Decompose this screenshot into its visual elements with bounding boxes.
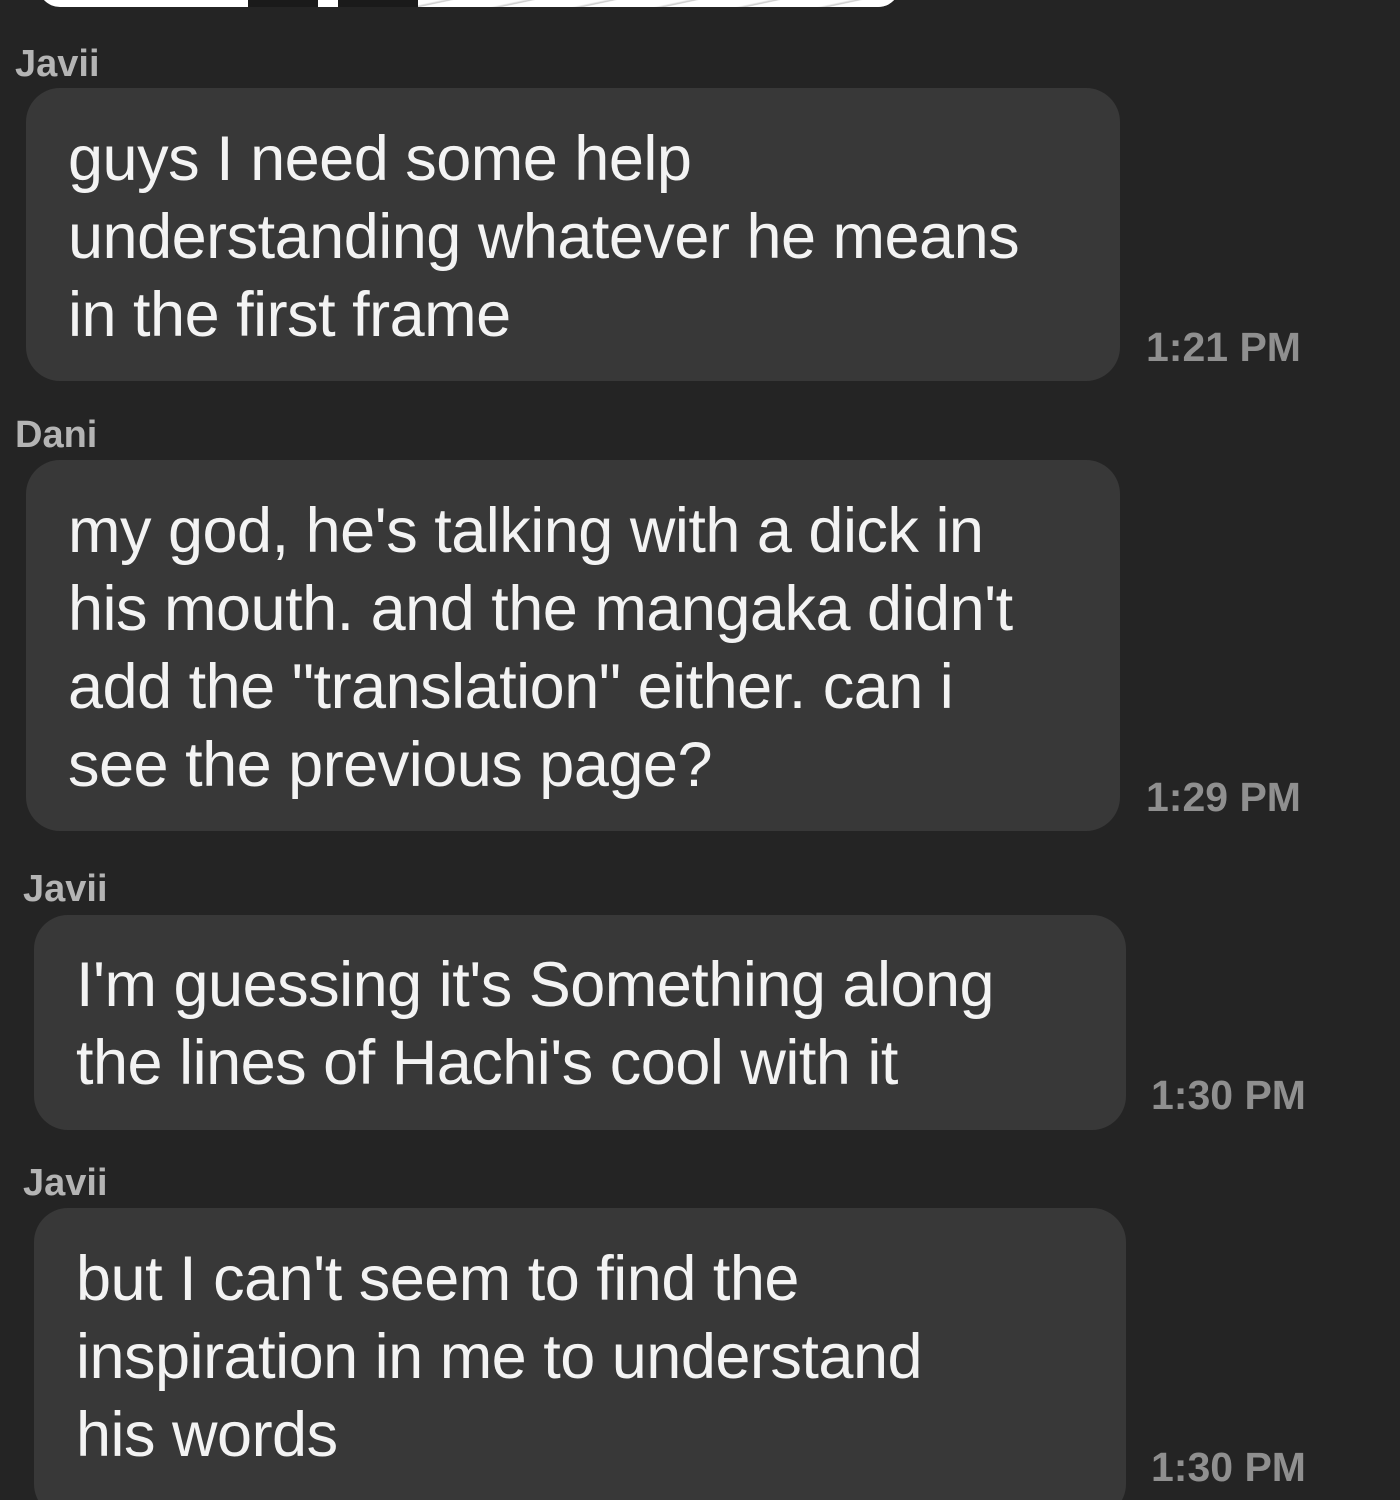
shared-image-preview[interactable] <box>38 0 900 7</box>
message-sender-name[interactable]: Javii <box>15 44 100 84</box>
message-timestamp: 1:21 PM <box>1146 324 1301 370</box>
message-text: my god, he's talking with a dick in his … <box>68 496 1013 800</box>
image-hatching <box>418 0 898 7</box>
message-text: guys I need some help understanding what… <box>68 124 1020 350</box>
message-sender-name[interactable]: Javii <box>23 869 108 909</box>
message-text: I'm guessing it's Something along the li… <box>76 950 995 1098</box>
message-sender-name[interactable]: Dani <box>15 415 97 455</box>
message-text: but I can't seem to find the inspiration… <box>76 1244 923 1470</box>
image-dark-area-2 <box>338 0 418 7</box>
message-sender-name[interactable]: Javii <box>23 1163 108 1203</box>
message-timestamp: 1:29 PM <box>1146 774 1301 820</box>
image-dark-area-1 <box>248 0 318 7</box>
message-timestamp: 1:30 PM <box>1151 1072 1306 1118</box>
message-timestamp: 1:30 PM <box>1151 1444 1306 1490</box>
